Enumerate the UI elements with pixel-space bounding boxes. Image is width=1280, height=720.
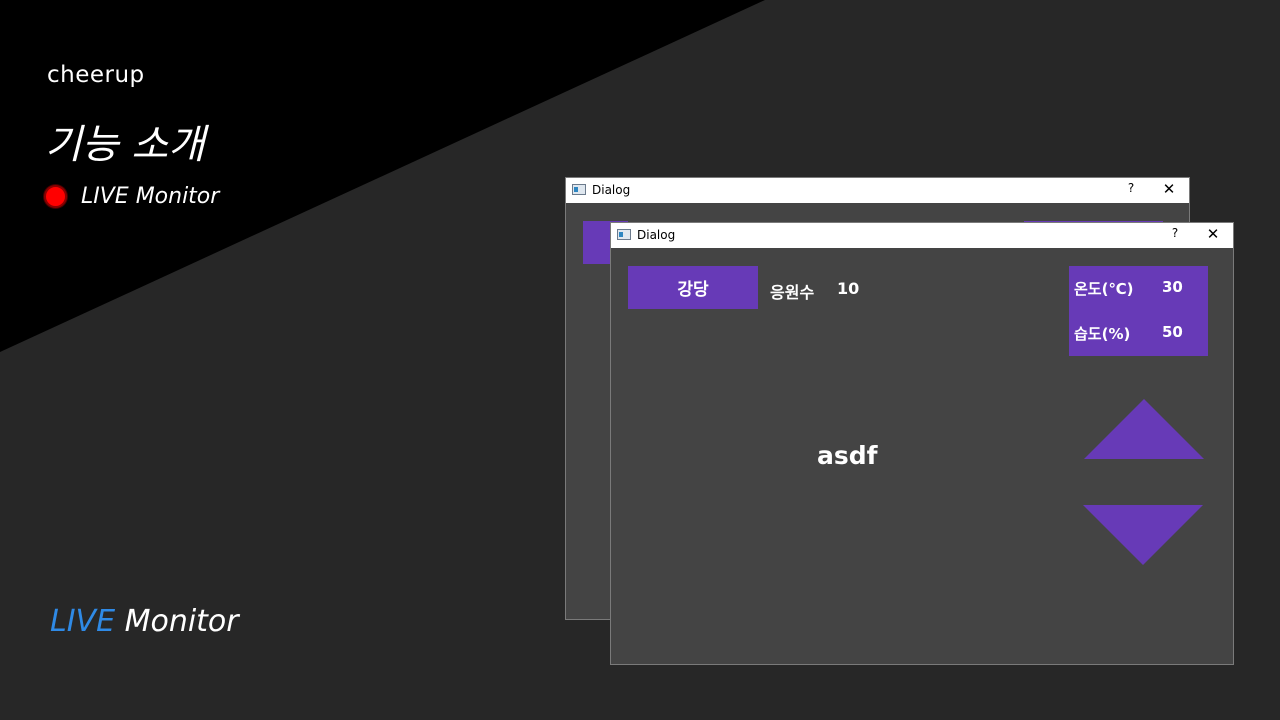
location-button[interactable]: 강당 — [628, 266, 758, 309]
live-monitor-tag: LIVE Monitor — [44, 184, 219, 209]
window-app-icon — [617, 229, 631, 240]
window-app-icon — [572, 184, 586, 195]
triangle-down-icon[interactable] — [1082, 504, 1204, 566]
temperature-value: 30 — [1162, 278, 1183, 296]
cheer-count-label: 응원수 — [770, 283, 815, 302]
footer-title: LIVE Monitor — [50, 604, 239, 639]
live-indicator-icon — [44, 185, 67, 208]
dialog-title: Dialog — [637, 228, 676, 242]
dialog-titlebar[interactable]: Dialog ? ✕ — [611, 223, 1233, 248]
center-message: asdf — [817, 441, 878, 470]
footer-live-word: LIVE — [50, 604, 116, 639]
help-button[interactable]: ? — [1163, 226, 1187, 240]
dialog-title: Dialog — [592, 183, 631, 197]
close-button[interactable]: ✕ — [1157, 180, 1181, 198]
help-button[interactable]: ? — [1119, 181, 1143, 195]
footer-monitor-word: Monitor — [115, 604, 239, 639]
brand-logo-text: cheerup — [47, 62, 145, 88]
slide-title: 기능 소개 — [45, 122, 205, 168]
close-button[interactable]: ✕ — [1201, 225, 1225, 243]
temperature-label: 온도(℃) — [1074, 280, 1134, 298]
live-tag-label: LIVE Monitor — [81, 184, 220, 209]
cheer-count-value: 10 — [837, 279, 860, 298]
humidity-value: 50 — [1162, 323, 1183, 341]
triangle-up-icon[interactable] — [1083, 398, 1205, 460]
dialog-window-front: Dialog ? ✕ 강당 응원수 10 온도(℃) 30 습도(%) 50 a… — [610, 222, 1234, 665]
environment-panel: 온도(℃) 30 습도(%) 50 — [1069, 266, 1208, 356]
humidity-label: 습도(%) — [1074, 325, 1131, 343]
dialog-titlebar[interactable]: Dialog ? ✕ — [566, 178, 1189, 203]
